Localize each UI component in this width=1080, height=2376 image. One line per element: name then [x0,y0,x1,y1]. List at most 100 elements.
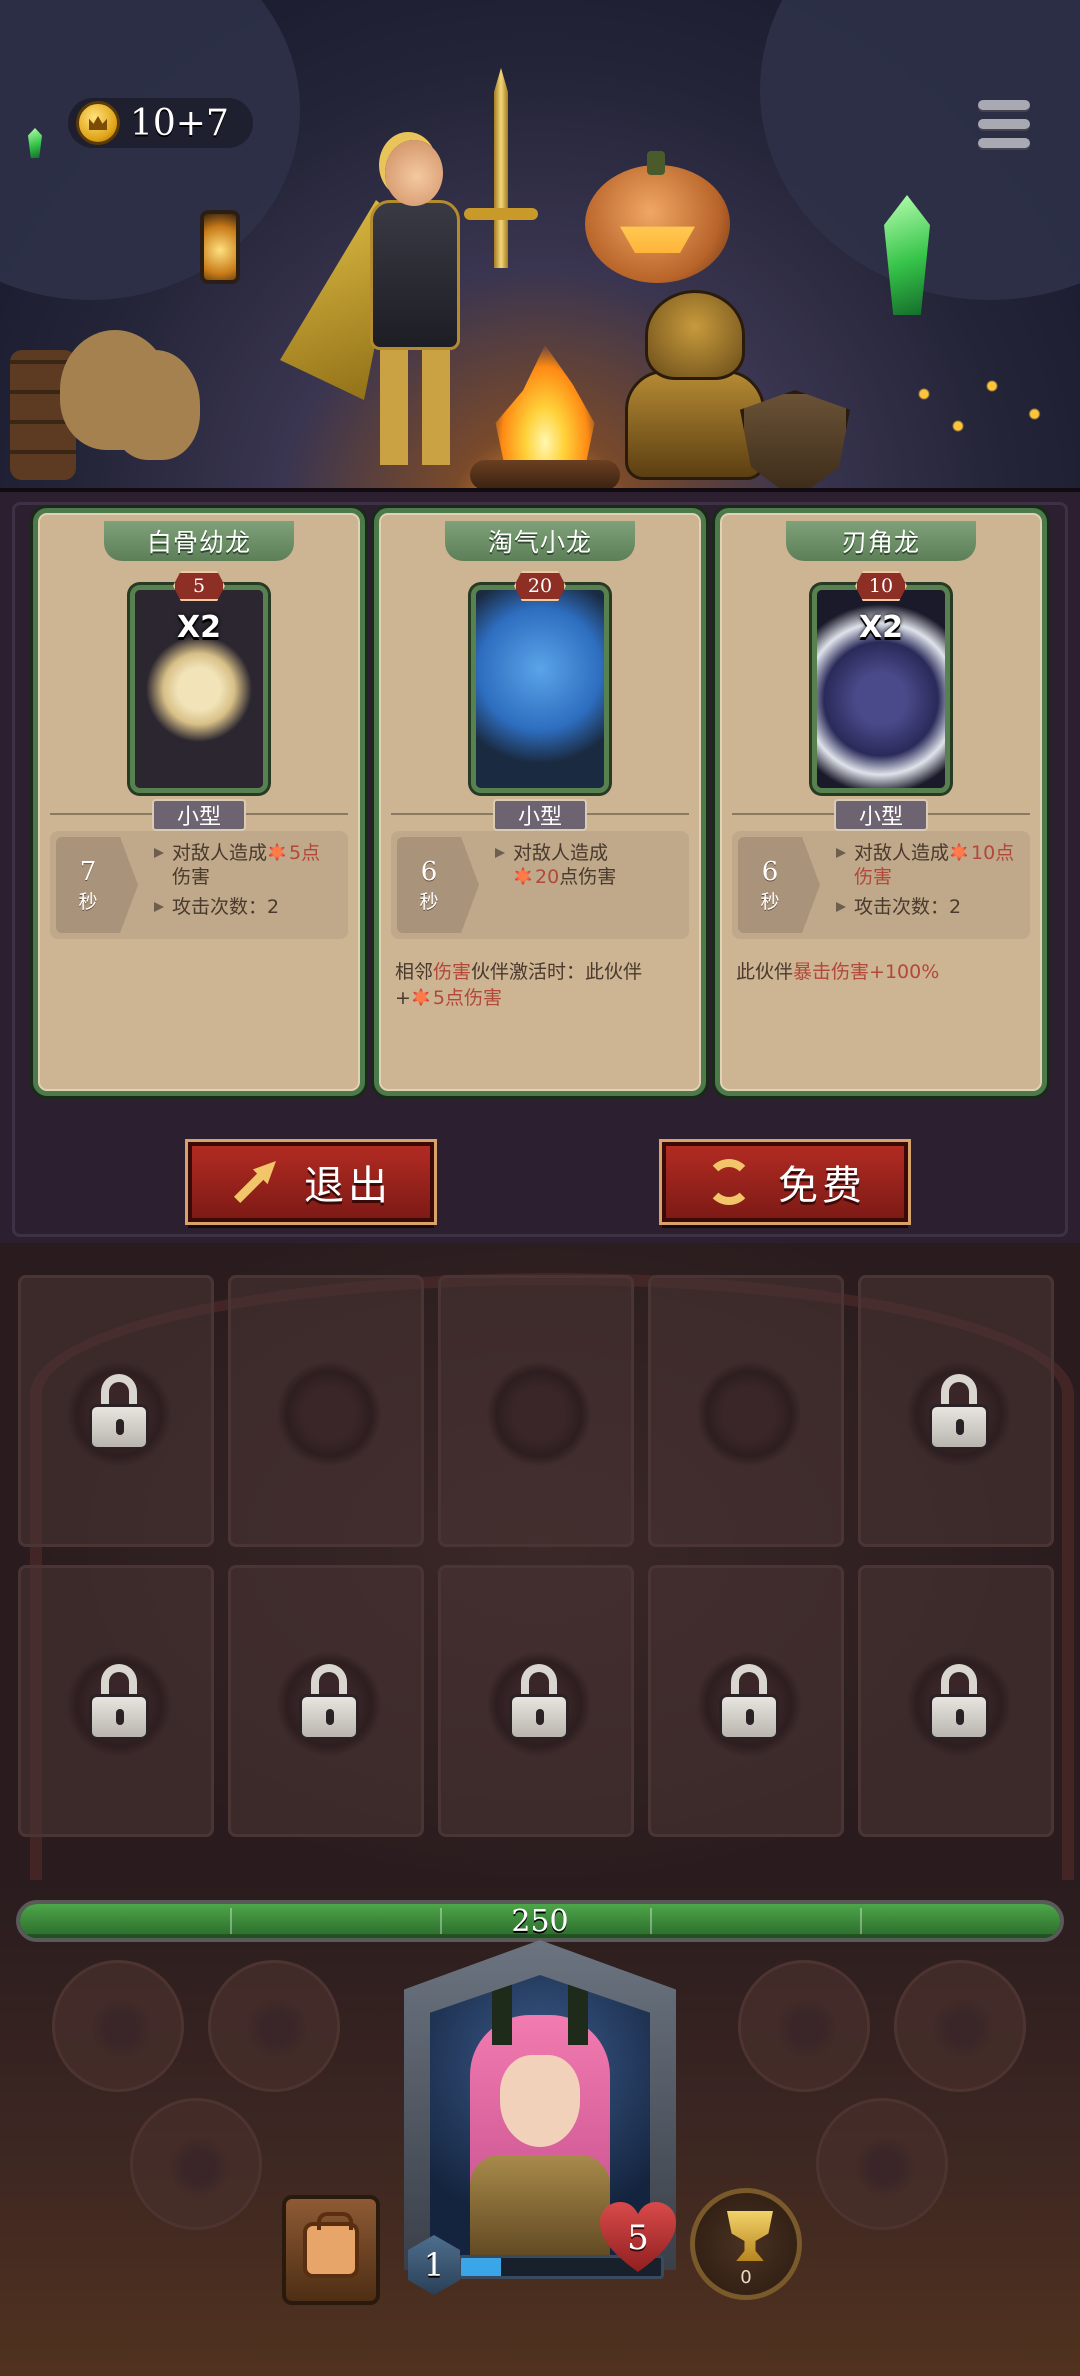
exit-button[interactable]: 退出 [188,1142,434,1222]
damage-line: 对敌人造成 5点 伤害 [154,841,342,889]
companion-board [0,1243,1080,1937]
card-cost: 5 [192,575,206,597]
backpack-icon [303,2212,359,2278]
cooldown-timer: 6 秒 [397,837,461,933]
refresh-icon [706,1159,752,1205]
shop-panel: 白骨幼龙 5 X2 小型 7 秒 对敌人造成 5点 伤害 攻击次数：2 淘气小龙… [0,488,1080,1243]
menu-button[interactable] [978,100,1030,148]
lock-icon [719,1664,779,1742]
lantern-icon [200,210,240,284]
size-tag: 小型 [834,799,928,831]
backpack-button[interactable] [282,2195,380,2305]
exit-arrow-icon [234,1161,276,1203]
size-label: 小型 [176,805,221,830]
menu-icon [978,100,1030,110]
lock-icon [299,1664,359,1742]
cave-wall [0,0,300,300]
cooldown-value: 6 [761,856,779,887]
slot-emblem [689,1354,809,1474]
free-refresh-button[interactable]: 免费 [662,1142,908,1222]
empty-slot[interactable] [228,1275,424,1547]
cave-scene: 10+7 [0,0,1080,500]
size-tag: 小型 [152,799,246,831]
campfire-logs [470,460,620,490]
lives-value: 5 [627,2218,649,2258]
cooldown-value: 7 [79,856,97,887]
locked-slot[interactable] [438,1565,634,1837]
crown-coin-icon [76,101,120,145]
damage-burst-icon [267,842,288,862]
size-tag: 小型 [493,799,587,831]
hp-bar: 250 [16,1900,1064,1942]
level-value: 1 [423,2246,445,2284]
lock-icon [89,1664,149,1742]
trophy-count: 0 [740,2267,752,2288]
sack [110,350,200,460]
relic-slot[interactable] [208,1960,340,2092]
multiplier-label: X2 [176,610,221,645]
locked-slot[interactable] [648,1565,844,1837]
damage-line: 对敌人造成 10点 伤害 [836,841,1024,889]
card-name: 淘气小龙 [487,528,592,557]
card-title-bar: 刃角龙 [786,521,976,561]
card-cost: 10 [868,575,894,597]
companion-card-1[interactable]: 白骨幼龙 5 X2 小型 7 秒 对敌人造成 5点 伤害 攻击次数：2 [33,508,365,1096]
locked-slot[interactable] [858,1275,1054,1547]
damage-line: 对敌人造成 20点伤害 [495,841,683,889]
hits-line: 攻击次数：2 [154,895,342,919]
locked-slot[interactable] [858,1565,1054,1837]
currency-value: 10+7 [130,102,229,144]
relic-slot[interactable] [52,1960,184,2092]
companion-card-3[interactable]: 刃角龙 10 X2 小型 6 秒 对敌人造成 10点 伤害 攻击次数：2 此伙伴… [715,508,1047,1096]
card-portrait [471,585,609,793]
card-portrait: X2 [130,585,268,793]
card-portrait: X2 [812,585,950,793]
slot-emblem [269,1354,389,1474]
locked-slot[interactable] [18,1565,214,1837]
exit-label: 退出 [304,1163,392,1209]
empty-slot[interactable] [438,1275,634,1547]
blue-dragon-art [476,590,604,788]
damage-burst-icon [949,842,970,862]
hp-value: 250 [511,1903,569,1939]
cost-badge: 10 [855,571,907,601]
lock-icon [929,1374,989,1452]
cooldown-unit: 秒 [419,890,439,913]
stat-box: 6 秒 对敌人造成 10点 伤害 攻击次数：2 [732,831,1030,939]
cooldown-value: 6 [420,856,438,887]
relic-slot[interactable] [738,1960,870,2092]
free-label: 免费 [778,1163,866,1209]
empty-slot[interactable] [648,1275,844,1547]
ability-text: 此伙伴暴击伤害+100% [736,961,940,983]
size-label: 小型 [517,805,562,830]
card-cost: 20 [527,575,553,597]
damage-burst-icon [410,987,431,1007]
cooldown-timer: 7 秒 [56,837,120,933]
cost-badge: 20 [514,571,566,601]
card-name: 刃角龙 [841,528,920,557]
ability-text: 相邻伤害伙伴激活时：此伙伴 +5点伤害 [395,961,643,1009]
sword-icon [494,68,508,268]
player-hud: 250 1 5 0 [0,1880,1080,2376]
lock-icon [929,1664,989,1742]
locked-slot[interactable] [228,1565,424,1837]
stat-box: 7 秒 对敌人造成 5点 伤害 攻击次数：2 [50,831,348,939]
relic-slot[interactable] [816,2098,948,2230]
locked-slot[interactable] [18,1275,214,1547]
relic-slot[interactable] [894,1960,1026,2092]
damage-burst-icon [513,866,533,886]
multiplier-label: X2 [858,610,903,645]
card-name: 白骨幼龙 [146,528,251,557]
cooldown-timer: 6 秒 [738,837,802,933]
pumpkin-house [585,151,730,283]
slot-emblem [479,1354,599,1474]
cooldown-unit: 秒 [760,890,780,913]
trophy-button[interactable]: 0 [690,2188,802,2300]
companion-card-2[interactable]: 淘气小龙 20 小型 6 秒 对敌人造成 20点伤害 相邻伤害伙伴激活时：此伙伴 +… [374,508,706,1096]
cooldown-unit: 秒 [78,890,98,913]
cost-badge: 5 [173,571,225,601]
card-title-bar: 淘气小龙 [445,521,635,561]
stat-box: 6 秒 对敌人造成 20点伤害 [391,831,689,939]
relic-slot[interactable] [130,2098,262,2230]
sword-guard [464,208,538,220]
